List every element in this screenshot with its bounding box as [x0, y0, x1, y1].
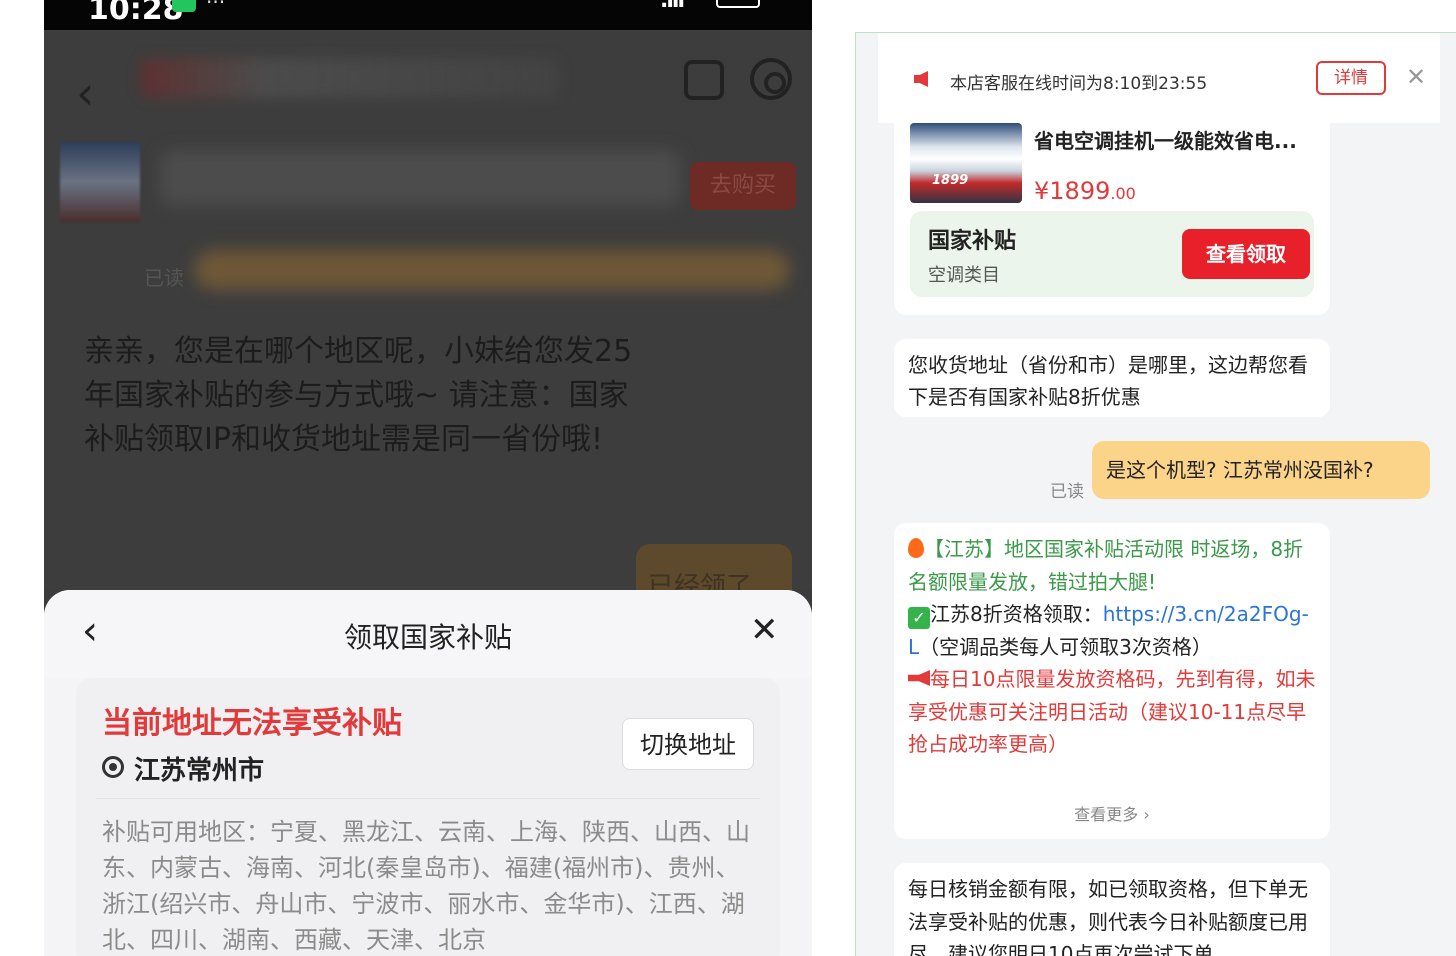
promo-line-3: 每日10点限量发放资格码，先到有得，如未享受优惠可关注明日活动（建议10-11点…	[908, 667, 1316, 756]
subsidy-bottom-sheet: ‹ 领取国家补贴 ✕ 当前地址无法享受补贴 江苏常州市 切换地址 补贴可用地区：…	[44, 590, 812, 956]
status-time: 10:28	[88, 0, 184, 27]
blurred-shop-title	[140, 58, 560, 98]
view-claim-button[interactable]: 查看领取	[1182, 229, 1310, 279]
subsidy-category: 空调类目	[928, 265, 1000, 286]
sheet-title: 领取国家补贴	[343, 621, 512, 654]
status-bar: 10:28 ··· .ıll	[44, 0, 812, 30]
buy-button[interactable]: 去购买	[690, 162, 796, 210]
blurred-product-text	[160, 150, 680, 206]
product-thumbnail[interactable]	[60, 142, 140, 222]
detail-button[interactable]: 详情	[1316, 61, 1386, 95]
divider	[96, 798, 760, 799]
user-message: 是这个机型? 江苏常州没国补?	[1092, 441, 1430, 499]
agent-message-address: 您收货地址（省份和市）是哪里，这边帮您看下是否有国家补贴8折优惠	[894, 339, 1330, 417]
check-icon: ✓	[908, 607, 930, 629]
left-phone-screen: 10:28 ··· .ıll ‹ 去购买 已读 亲亲，您是在哪个地区呢，小妹给您…	[44, 0, 812, 956]
shop-icon[interactable]	[684, 60, 724, 100]
thumbnail-price: 1899	[932, 173, 969, 188]
promo-line-1: 【江苏】地区国家补贴活动限 时返场，8折名额限量发放，错过拍大腿!	[908, 537, 1304, 594]
subsidy-name: 国家补贴	[928, 229, 1017, 254]
right-phone-screen: 本店客服在线时间为8:10到23:55 详情 ✕ 1899 省电空调挂机一级能效…	[855, 32, 1456, 956]
see-more-link[interactable]: 查看更多 ›	[894, 799, 1330, 832]
blurred-message	[194, 250, 790, 290]
agent-message-quota: 每日核销金额有限，如已领取资格，但下单无法享受补贴的优惠，则代表今日补贴额度已用…	[894, 863, 1330, 956]
sheet-header: ‹ 领取国家补贴 ✕	[44, 590, 812, 678]
megaphone-icon	[908, 670, 930, 686]
national-subsidy-box: 国家补贴 空调类目 查看领取	[910, 211, 1314, 297]
product-thumbnail[interactable]: 1899	[910, 123, 1022, 203]
signal-icon: .ıll	[660, 0, 685, 13]
read-label: 已读	[144, 266, 184, 290]
more-dots-icon: ···	[206, 0, 226, 14]
sheet-close-icon[interactable]: ✕	[750, 610, 779, 650]
screenshot-stage: 10:28 ··· .ıll ‹ 去购买 已读 亲亲，您是在哪个地区呢，小妹给您…	[0, 0, 1456, 956]
current-location: 江苏常州市	[134, 756, 265, 786]
eligible-regions: 补贴可用地区：宁夏、黑龙江、云南、上海、陕西、山西、山东、内蒙古、海南、河北(秦…	[102, 818, 750, 954]
read-label: 已读	[1050, 482, 1084, 502]
back-icon[interactable]: ‹	[76, 70, 106, 120]
subsidy-warning: 当前地址无法享受补贴	[102, 706, 402, 741]
wechat-icon	[172, 0, 196, 12]
product-card[interactable]: 1899 省电空调挂机一级能效省电... ¥1899.00 国家补贴 空调类目 …	[894, 123, 1330, 315]
agent-message: 亲亲，您是在哪个地区呢，小妹给您发25年国家补贴的参与方式哦~ 请注意：国家补贴…	[84, 334, 633, 457]
agent-promo-message: 【江苏】地区国家补贴活动限 时返场，8折名额限量发放，错过拍大腿! ✓ 江苏8折资…	[894, 523, 1330, 839]
address-card: 当前地址无法享受补贴 江苏常州市 切换地址 补贴可用地区：宁夏、黑龙江、云南、上…	[76, 678, 780, 956]
product-price: ¥1899.00	[1034, 177, 1136, 205]
switch-address-button[interactable]: 切换地址	[622, 718, 754, 770]
service-hours-notice: 本店客服在线时间为8:10到23:55 详情 ✕	[878, 33, 1440, 123]
fire-icon	[908, 538, 924, 558]
chat-background-dimmed: ‹ 去购买 已读 亲亲，您是在哪个地区呢，小妹给您发25年国家补贴的参与方式哦~…	[44, 30, 812, 620]
gear-icon[interactable]	[750, 58, 792, 100]
battery-icon	[716, 0, 760, 8]
notice-close-icon[interactable]: ✕	[1406, 63, 1426, 91]
promo-line-2-prefix: 江苏8折资格领取：	[930, 602, 1103, 626]
promo-line-2-suffix: （空调品类每人可领取3次资格）	[919, 634, 1212, 659]
speaker-icon	[914, 71, 928, 87]
product-title: 省电空调挂机一级能效省电...	[1034, 129, 1297, 153]
service-hours-text: 本店客服在线时间为8:10到23:55	[950, 74, 1208, 94]
location-icon	[102, 756, 124, 778]
